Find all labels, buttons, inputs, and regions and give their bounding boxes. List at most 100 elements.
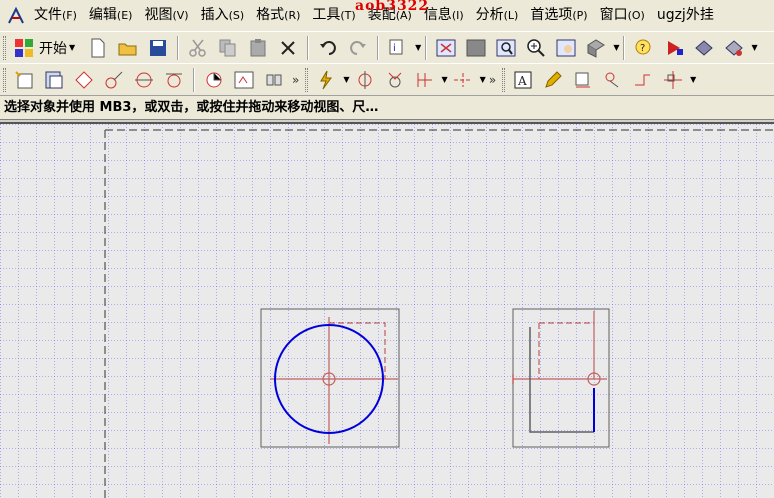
app-logo-icon <box>4 4 28 28</box>
redo-button[interactable] <box>345 35 371 61</box>
open-sheet-button[interactable] <box>41 67 67 93</box>
toolbar-separator <box>193 67 195 92</box>
paste-button[interactable] <box>245 35 271 61</box>
start-button[interactable]: 开始 ▼ <box>9 35 79 61</box>
detail-view-button[interactable] <box>131 67 157 93</box>
zoom-icon <box>527 38 546 57</box>
hide-icon <box>635 74 651 85</box>
origin-tool-button[interactable] <box>600 67 626 93</box>
menu-view[interactable]: 视图(V) <box>138 0 194 31</box>
help-button[interactable]: ? <box>631 35 657 61</box>
sheet-icon <box>45 71 63 88</box>
drawing-area[interactable] <box>0 124 774 498</box>
menu-tools[interactable]: 工具(T) <box>306 0 361 31</box>
move-icon <box>664 70 683 89</box>
weld-symbol-icon <box>388 72 401 87</box>
toolbar-grip[interactable] <box>3 35 6 60</box>
chevron-down-icon[interactable]: ▼ <box>480 75 486 84</box>
pan-icon <box>466 39 486 56</box>
toolbar-grip[interactable] <box>502 67 506 92</box>
save-button[interactable] <box>145 35 171 61</box>
overflow-chevron-icon[interactable]: » <box>292 73 299 87</box>
assembly-navigator-icon <box>725 39 744 56</box>
drafting-toolbar: » ▼ ▼ ▼ » A ▼ <box>0 63 774 96</box>
move-component-button[interactable] <box>660 67 686 93</box>
edit-text-button[interactable] <box>570 67 596 93</box>
hand-icon <box>556 39 576 56</box>
utility-symbol-button[interactable] <box>313 67 339 93</box>
break-view-button[interactable] <box>231 67 257 93</box>
chevron-down-icon[interactable]: ▼ <box>690 75 696 84</box>
info-select-icon: i <box>389 39 403 54</box>
note-button[interactable]: A <box>510 67 536 93</box>
menu-preferences[interactable]: 首选项(P) <box>524 0 593 31</box>
table-button[interactable] <box>412 67 438 93</box>
menu-analysis[interactable]: 分析(L) <box>470 0 525 31</box>
half-section-button[interactable] <box>201 67 227 93</box>
menu-format[interactable]: 格式(R) <box>250 0 306 31</box>
centerline-button[interactable] <box>450 67 476 93</box>
assembly-nav-button[interactable] <box>721 35 747 61</box>
id-symbol-icon <box>358 70 371 89</box>
chevron-down-icon[interactable]: ▼ <box>751 43 757 52</box>
chevron-down-icon[interactable]: ▼ <box>613 43 619 52</box>
menu-ugzj-plugin[interactable]: ugzj外挂 <box>651 0 720 31</box>
projected-view-button[interactable] <box>101 67 127 93</box>
hide-components-button[interactable] <box>630 67 656 93</box>
toolbar-separator <box>177 35 180 60</box>
menu-edit[interactable]: 编辑(E) <box>83 0 139 31</box>
menu-bar: 文件(F) 编辑(E) 视图(V) 插入(S) 格式(R) 工具(T) 装配(A… <box>0 0 774 31</box>
undo-button[interactable] <box>315 35 341 61</box>
open-button[interactable] <box>115 35 141 61</box>
new-file-button[interactable] <box>85 35 111 61</box>
toolbar-grip[interactable] <box>305 67 309 92</box>
edit-text-icon <box>575 72 591 87</box>
menu-file[interactable]: 文件(F) <box>28 0 83 31</box>
start-label: 开始 <box>39 40 67 57</box>
part-nav-button[interactable] <box>691 35 717 61</box>
select-filter-button[interactable]: i <box>385 35 411 61</box>
zoom-window-button[interactable] <box>493 35 519 61</box>
drawing-canvas[interactable] <box>0 122 774 498</box>
base-view-button[interactable] <box>71 67 97 93</box>
pan-hand-button[interactable] <box>553 35 579 61</box>
projected-view-icon <box>105 71 123 88</box>
chevron-down-icon[interactable]: ▼ <box>415 43 421 52</box>
cut-button[interactable] <box>185 35 211 61</box>
pan-button[interactable] <box>463 35 489 61</box>
folder-open-icon <box>118 43 137 55</box>
svg-text:?: ? <box>640 43 645 54</box>
scissors-icon <box>189 39 206 57</box>
orient-view-button[interactable] <box>583 35 609 61</box>
toolbar-grip[interactable] <box>3 67 6 92</box>
toolbar-separator <box>307 35 310 60</box>
section-view-button[interactable] <box>161 67 187 93</box>
paste-icon <box>250 38 266 56</box>
close-icon <box>281 40 295 55</box>
detail-view-icon <box>135 72 153 87</box>
lightning-icon <box>320 70 333 89</box>
svg-text:A: A <box>517 74 527 88</box>
chevron-down-icon[interactable]: ▼ <box>442 75 448 84</box>
overflow-chevron-icon[interactable]: » <box>489 73 496 87</box>
view-edit-icon <box>266 74 282 85</box>
weld-symbol-button[interactable] <box>382 67 408 93</box>
id-symbol-button[interactable] <box>352 67 378 93</box>
chevron-down-icon[interactable]: ▼ <box>343 75 349 84</box>
new-sheet-button[interactable] <box>11 67 37 93</box>
standard-toolbar: 开始 ▼ i ▼ ▼ ? ▼ <box>0 31 774 63</box>
half-section-icon <box>206 72 222 87</box>
edit-annotation-button[interactable] <box>540 67 566 93</box>
pencil-icon <box>545 70 562 88</box>
menu-window[interactable]: 窗口(O) <box>594 0 651 31</box>
menu-insert[interactable]: 插入(S) <box>195 0 251 31</box>
status-prompt: 选择对象并使用 MB3，或双击，或按住并拖动来移动视图、尺… <box>0 96 774 120</box>
toolbar-separator <box>623 35 626 60</box>
zoom-button[interactable] <box>523 35 549 61</box>
play-button[interactable] <box>661 35 687 61</box>
redo-icon <box>350 40 367 55</box>
view-dependent-edit-button[interactable] <box>261 67 287 93</box>
copy-button[interactable] <box>215 35 241 61</box>
fit-view-button[interactable] <box>433 35 459 61</box>
delete-button[interactable] <box>275 35 301 61</box>
